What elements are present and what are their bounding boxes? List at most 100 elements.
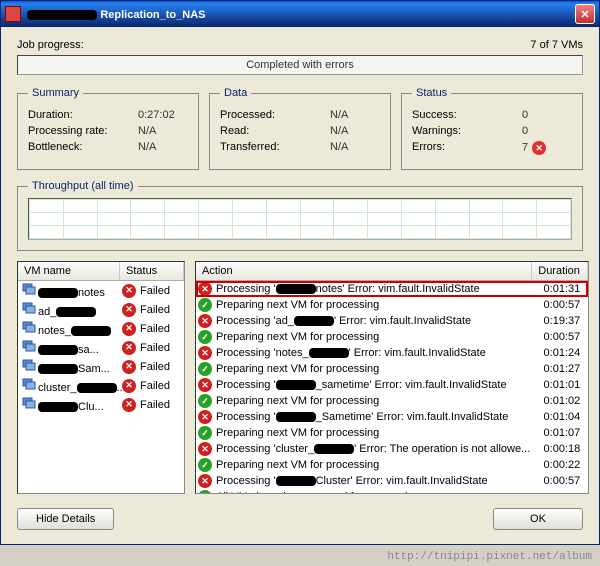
table-row[interactable]: ✕Processing 'cluster_' Error: The operat… <box>196 441 588 457</box>
summary-duration-label: Duration: <box>28 109 73 121</box>
duration-cell: 0:01:04 <box>530 411 586 423</box>
duration-cell: 0:01:27 <box>530 363 586 375</box>
status-warnings-label: Warnings: <box>412 125 461 137</box>
status-panel: Status Success:0 Warnings:0 Errors:7✕ <box>401 87 583 170</box>
table-row[interactable]: ✕Processing 'ad_' Error: vim.fault.Inval… <box>196 313 588 329</box>
action-header-action[interactable]: Action <box>196 262 532 280</box>
summary-bottleneck-value: N/A <box>138 141 188 153</box>
titlebar[interactable]: Replication_to_NAS ✕ <box>1 1 599 27</box>
data-read-label: Read: <box>220 125 249 137</box>
table-row[interactable]: Sam...✕Failed <box>18 357 184 376</box>
duration-cell: 0:00:57 <box>530 475 586 487</box>
table-row[interactable]: ✕Processing 'notes_' Error: vim.fault.In… <box>196 345 588 361</box>
table-row[interactable]: sa...✕Failed <box>18 338 184 357</box>
error-icon: ✕ <box>198 378 212 392</box>
action-grid: Action Duration ✕Processing 'notes' Erro… <box>195 261 589 494</box>
action-cell: ✕Processing 'notes' Error: vim.fault.Inv… <box>198 282 530 296</box>
table-row[interactable]: ✕Processing '_sametime' Error: vim.fault… <box>196 377 588 393</box>
vm-header-name[interactable]: VM name <box>18 262 120 280</box>
duration-cell: 0:19:37 <box>530 315 586 327</box>
action-cell: ✕Processing 'Cluster' Error: vim.fault.I… <box>198 474 530 488</box>
progress-bar: Completed with errors <box>17 55 583 75</box>
vm-icon <box>22 377 36 391</box>
table-row[interactable]: ✓Preparing next VM for processing0:00:57 <box>196 297 588 313</box>
status-success-value: 0 <box>522 109 572 121</box>
error-icon: ✕ <box>122 379 136 393</box>
error-icon: ✕ <box>198 314 212 328</box>
table-row[interactable]: ✓Preparing next VM for processing0:00:22 <box>196 457 588 473</box>
table-row[interactable]: ✕Processing '_Sametime' Error: vim.fault… <box>196 409 588 425</box>
table-row[interactable]: ✓Preparing next VM for processing0:00:57 <box>196 329 588 345</box>
data-legend: Data <box>220 87 251 99</box>
table-row[interactable]: Clu...✕Failed <box>18 395 184 414</box>
table-row[interactable]: ✓Preparing next VM for processing0:01:02 <box>196 393 588 409</box>
vm-status-cell: ✕Failed <box>122 303 182 317</box>
app-icon <box>5 6 21 22</box>
action-cell: ✓Preparing next VM for processing <box>198 298 530 312</box>
vm-body[interactable]: notes✕Failedad_✕Failednotes_✕Failedsa...… <box>18 281 184 493</box>
action-body[interactable]: ✕Processing 'notes' Error: vim.fault.Inv… <box>196 281 588 493</box>
action-cell: ✓Preparing next VM for processing <box>198 362 530 376</box>
table-row[interactable]: ✓Preparing next VM for processing0:01:27 <box>196 361 588 377</box>
success-icon: ✓ <box>198 394 212 408</box>
summary-legend: Summary <box>28 87 83 99</box>
table-row[interactable]: ✓Preparing next VM for processing0:01:07 <box>196 425 588 441</box>
vm-name-cell: Clu... <box>20 396 122 413</box>
job-progress-label: Job progress: <box>17 39 84 51</box>
success-icon: ✓ <box>198 330 212 344</box>
success-icon: ✓ <box>198 362 212 376</box>
action-cell: ✓Preparing next VM for processing <box>198 394 530 408</box>
vm-status-cell: ✕Failed <box>122 360 182 374</box>
job-progress-count: 7 of 7 VMs <box>530 39 583 51</box>
vm-name-cell: sa... <box>20 339 122 356</box>
summary-duration-value: 0:27:02 <box>138 109 188 121</box>
error-icon: ✕ <box>122 303 136 317</box>
action-cell: ✕Processing 'notes_' Error: vim.fault.In… <box>198 346 530 360</box>
job-progress-row: Job progress: 7 of 7 VMs <box>17 39 583 51</box>
error-icon: ✕ <box>122 398 136 412</box>
action-cell: ✕Processing 'ad_' Error: vim.fault.Inval… <box>198 314 530 328</box>
duration-cell: 0:01:24 <box>530 347 586 359</box>
vm-icon <box>22 282 36 296</box>
vm-icon <box>22 301 36 315</box>
data-processed-value: N/A <box>330 109 380 121</box>
table-row[interactable]: notes_✕Failed <box>18 319 184 338</box>
vm-icon <box>22 396 36 410</box>
hide-details-button[interactable]: Hide Details <box>17 508 114 530</box>
table-row[interactable]: notes✕Failed <box>18 281 184 300</box>
duration-cell: 0:00:22 <box>530 459 586 471</box>
vm-header-status[interactable]: Status <box>120 262 184 280</box>
action-header-duration[interactable]: Duration <box>532 262 588 280</box>
ok-button[interactable]: OK <box>493 508 583 530</box>
table-row[interactable]: ✕Processing 'notes' Error: vim.fault.Inv… <box>196 281 588 297</box>
error-icon: ✕ <box>198 442 212 456</box>
duration-cell: 0:00:18 <box>530 443 586 455</box>
window-title: Replication_to_NAS <box>27 7 575 21</box>
vm-name-cell: cluster_... <box>20 377 122 394</box>
status-success-label: Success: <box>412 109 457 121</box>
table-row[interactable]: ad_✕Failed <box>18 300 184 319</box>
vm-status-cell: ✕Failed <box>122 398 182 412</box>
table-row[interactable]: ✕Processing 'Cluster' Error: vim.fault.I… <box>196 473 588 489</box>
duration-cell: 0:01:31 <box>530 283 586 295</box>
duration-cell: 0:00:57 <box>530 299 586 311</box>
vm-status-cell: ✕Failed <box>122 322 182 336</box>
status-warnings-value: 0 <box>522 125 572 137</box>
table-row[interactable]: cluster_...✕Failed <box>18 376 184 395</box>
vm-icon <box>22 339 36 353</box>
table-row[interactable]: ✓All VMs have been queued for processing <box>196 489 588 493</box>
error-icon: ✕ <box>198 282 212 296</box>
action-cell: ✓Preparing next VM for processing <box>198 330 530 344</box>
vm-name-cell: notes <box>20 282 122 299</box>
close-icon[interactable]: ✕ <box>575 4 595 24</box>
vm-grid: VM name Status notes✕Failedad_✕Failednot… <box>17 261 185 494</box>
summary-rate-label: Processing rate: <box>28 125 107 137</box>
throughput-panel: Throughput (all time) <box>17 180 583 251</box>
vm-icon <box>22 320 36 334</box>
error-icon: ✕ <box>122 360 136 374</box>
data-read-value: N/A <box>330 125 380 137</box>
success-icon: ✓ <box>198 426 212 440</box>
vm-status-cell: ✕Failed <box>122 379 182 393</box>
vm-status-cell: ✕Failed <box>122 284 182 298</box>
status-legend: Status <box>412 87 451 99</box>
